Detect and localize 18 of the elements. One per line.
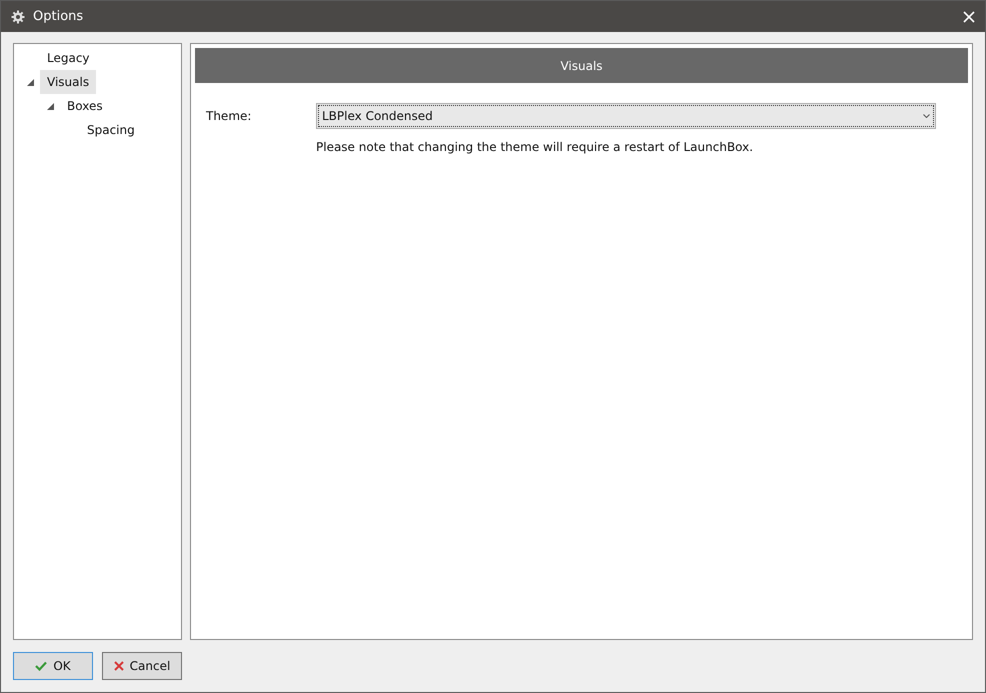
theme-label: Theme: xyxy=(206,108,252,125)
chevron-down-icon xyxy=(923,114,930,118)
x-icon xyxy=(114,661,124,671)
window-title: Options xyxy=(33,8,84,26)
expander-icon[interactable] xyxy=(26,78,34,86)
gear-icon xyxy=(11,10,25,24)
tree-item[interactable]: Visuals xyxy=(40,70,96,94)
cancel-button[interactable]: Cancel xyxy=(102,652,182,680)
note-text: Please note that changing the theme will require a restart of LaunchBox. xyxy=(316,139,754,156)
tree-item[interactable]: Boxes xyxy=(60,94,110,118)
theme-dropdown[interactable]: LBPlex Condensed xyxy=(316,103,936,129)
tree-item[interactable]: Legacy xyxy=(40,46,97,70)
expander-icon[interactable] xyxy=(46,102,54,110)
checkmark-icon xyxy=(35,661,48,671)
panel-title: Visuals xyxy=(560,58,603,74)
tree-item[interactable]: Spacing xyxy=(80,118,142,142)
ok-button[interactable]: OK xyxy=(13,652,93,680)
close-icon[interactable] xyxy=(963,10,975,22)
